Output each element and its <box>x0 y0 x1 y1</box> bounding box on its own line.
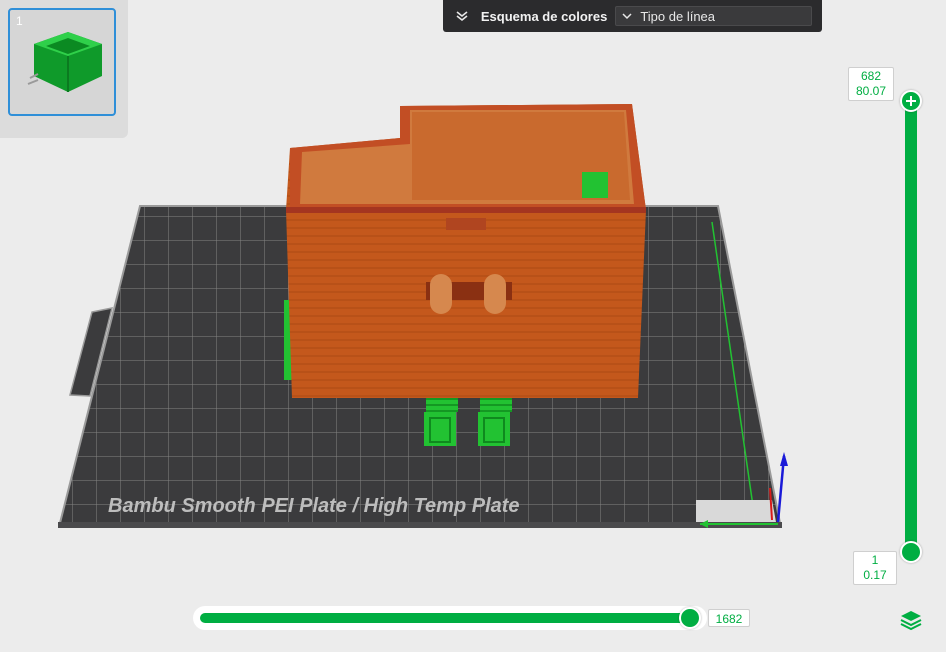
color-scheme-dropdown[interactable]: Tipo de línea <box>615 6 812 26</box>
layer-top-label: 682 80.07 <box>848 67 894 101</box>
layer-bottom-label: 1 0.17 <box>853 551 897 585</box>
color-scheme-bar: Esquema de colores Tipo de línea <box>443 0 822 32</box>
layer-slider-top-handle[interactable] <box>900 90 922 112</box>
layer-slider-bottom-handle[interactable] <box>900 541 922 563</box>
layer-slider-track[interactable] <box>905 100 917 552</box>
layer-bottom-height: 0.17 <box>863 568 887 582</box>
layer-bottom-number: 1 <box>871 553 879 567</box>
plate-thumbnail[interactable]: 1 <box>8 8 116 116</box>
move-slider-track[interactable] <box>200 613 692 623</box>
color-scheme-label: Esquema de colores <box>480 8 608 24</box>
bed-label: Bambu Smooth PEI Plate / High Temp Plate <box>108 495 520 517</box>
plate-thumbnail-image <box>27 32 102 92</box>
move-slider-value: 1682 <box>708 609 750 627</box>
chevron-down-icon <box>620 9 634 23</box>
model-box <box>286 104 646 398</box>
3d-viewport[interactable]: Bambu Smooth PEI Plate / High Temp Plate <box>0 0 946 652</box>
color-scheme-value: Tipo de línea <box>640 8 716 24</box>
plate-number: 1 <box>16 14 23 28</box>
layers-icon[interactable] <box>899 609 923 631</box>
layer-top-number: 682 <box>860 69 882 83</box>
layer-top-height: 80.07 <box>855 84 887 98</box>
plus-icon <box>906 96 916 106</box>
collapse-icon[interactable] <box>453 7 471 25</box>
move-slider-handle[interactable] <box>679 607 701 629</box>
plate-list-panel: 1 <box>0 0 128 138</box>
